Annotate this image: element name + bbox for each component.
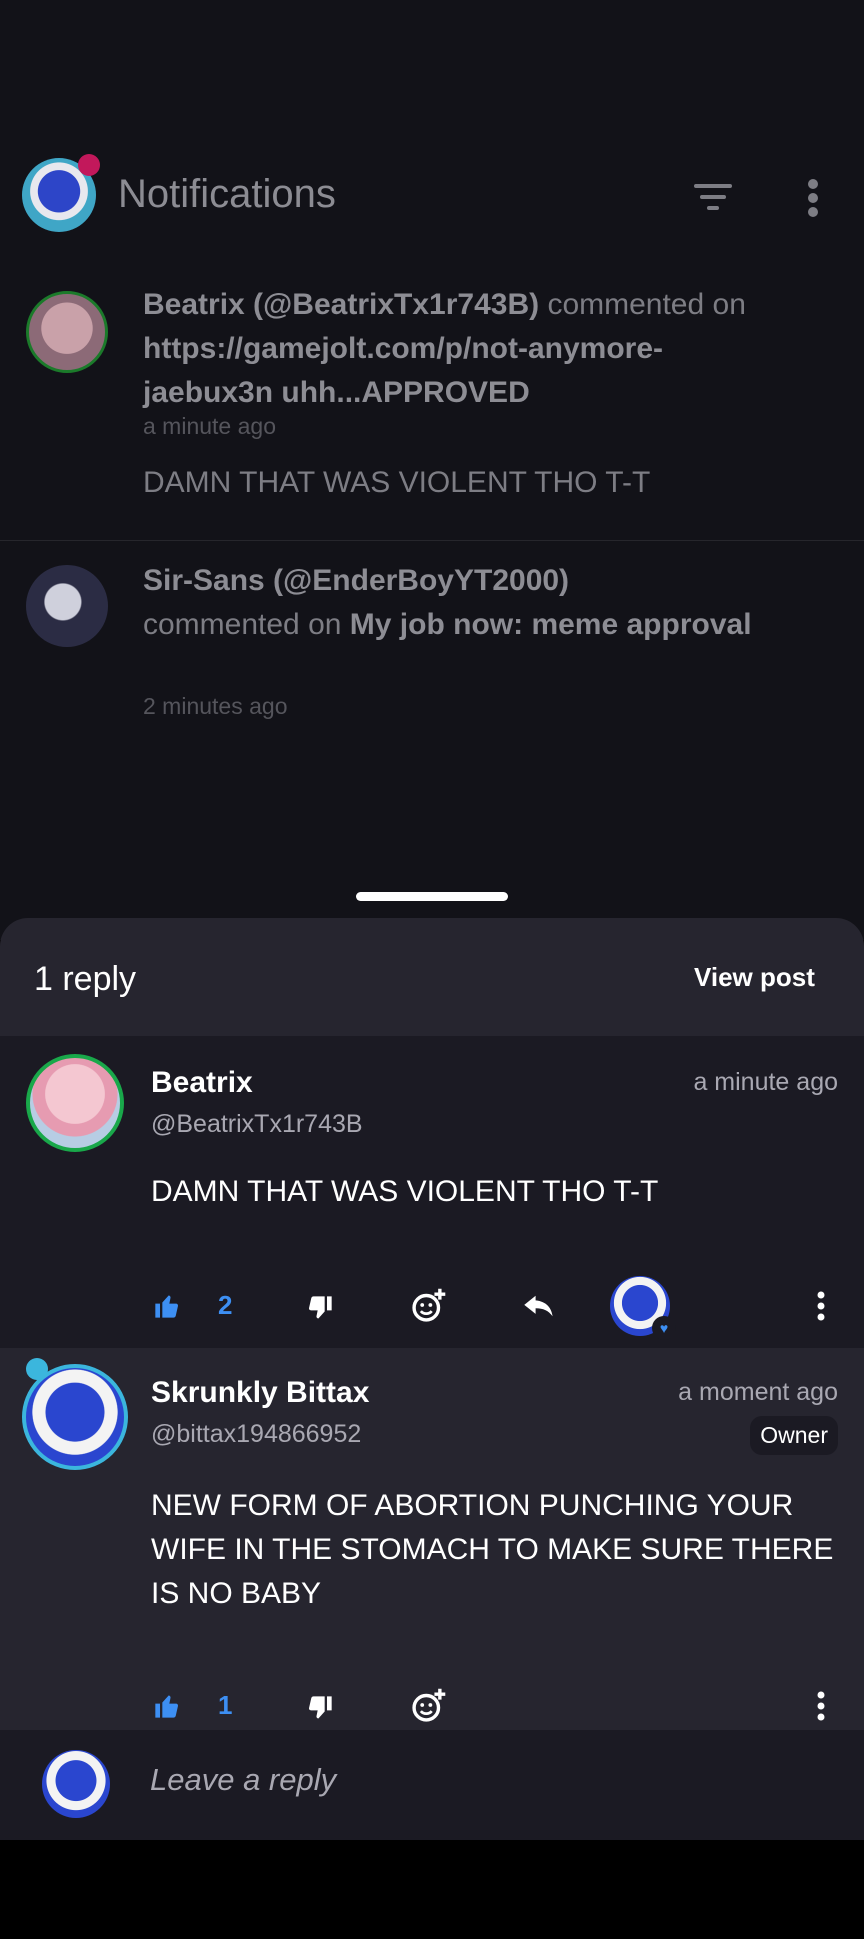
notifications-page: Notifications Beatrix (@BeatrixTx1r743B)… [0, 0, 864, 940]
sheet-header: 1 reply View post [0, 918, 864, 1036]
comment-more-icon[interactable] [814, 1690, 828, 1722]
like-icon[interactable] [153, 1292, 181, 1320]
reply-input[interactable]: Leave a reply [150, 1762, 336, 1798]
avatar [26, 291, 108, 373]
like-icon[interactable] [153, 1692, 181, 1720]
current-user-avatar [42, 1750, 110, 1818]
notification-item[interactable]: Sir-Sans (@EnderBoyYT2000) commented on … [0, 540, 864, 740]
comment-more-icon[interactable] [814, 1290, 828, 1322]
dislike-icon[interactable] [306, 1694, 334, 1722]
comment-time: a moment ago [678, 1378, 838, 1406]
page-title: Notifications [118, 172, 336, 216]
notification-user: Beatrix (@BeatrixTx1r743B) [143, 288, 540, 321]
reply-count: 1 reply [34, 960, 137, 998]
app-bar: Notifications [0, 150, 864, 250]
view-post-button[interactable]: View post [694, 962, 815, 993]
reply-icon[interactable] [522, 1292, 556, 1320]
notification-action: commented on [547, 288, 746, 321]
heart-icon: ♥ [652, 1316, 676, 1340]
notification-dot [78, 154, 100, 176]
add-reaction-icon[interactable] [410, 1286, 448, 1324]
notification-text: Beatrix (@BeatrixTx1r743B) commented on … [143, 283, 783, 415]
comment-body: NEW FORM OF ABORTION PUNCHING YOUR WIFE … [151, 1489, 834, 1610]
comment-time: a minute ago [693, 1068, 838, 1096]
replies-sheet: 1 reply View post Beatrix @BeatrixTx1r74… [0, 918, 864, 1840]
user-avatar[interactable] [22, 154, 100, 232]
comment-actions: 2 ♥ [0, 1268, 864, 1348]
avatar [26, 565, 108, 647]
comment-handle: @BeatrixTx1r743B [151, 1110, 363, 1138]
comment-author[interactable]: Skrunkly Bittax [151, 1376, 369, 1410]
sheet-drag-handle[interactable] [356, 892, 508, 901]
notification-time: 2 minutes ago [143, 693, 288, 719]
notification-user: Sir-Sans (@EnderBoyYT2000) [143, 564, 570, 597]
notification-action: commented on [143, 608, 342, 641]
like-count: 2 [218, 1290, 233, 1320]
owner-badge: Owner [750, 1416, 838, 1455]
avatar-decoration-icon [26, 1358, 48, 1380]
notification-item[interactable]: Beatrix (@BeatrixTx1r743B) commented on … [0, 283, 864, 533]
notification-target: https://gamejolt.com/p/not-anymore-jaebu… [143, 332, 664, 409]
more-options-icon[interactable] [806, 178, 820, 218]
notification-body: DAMN THAT WAS VIOLENT THO T-T [143, 466, 651, 499]
reply-bar: Leave a reply [0, 1730, 864, 1840]
filter-icon[interactable] [690, 180, 736, 214]
system-nav-bar [0, 1840, 864, 1939]
avatar[interactable] [26, 1054, 124, 1152]
notification-time: a minute ago [143, 413, 276, 439]
comment-body: DAMN THAT WAS VIOLENT THO T-T [151, 1175, 659, 1208]
notification-text: Sir-Sans (@EnderBoyYT2000) commented on … [143, 559, 783, 647]
notification-target: My job now: meme approval [349, 608, 752, 641]
dislike-icon[interactable] [306, 1294, 334, 1322]
comment-handle: @bittax194866952 [151, 1420, 362, 1448]
like-count: 1 [218, 1690, 233, 1720]
owner-liked-avatar: ♥ [610, 1276, 676, 1340]
add-reaction-icon[interactable] [410, 1686, 448, 1724]
comment-author[interactable]: Beatrix [151, 1066, 253, 1100]
